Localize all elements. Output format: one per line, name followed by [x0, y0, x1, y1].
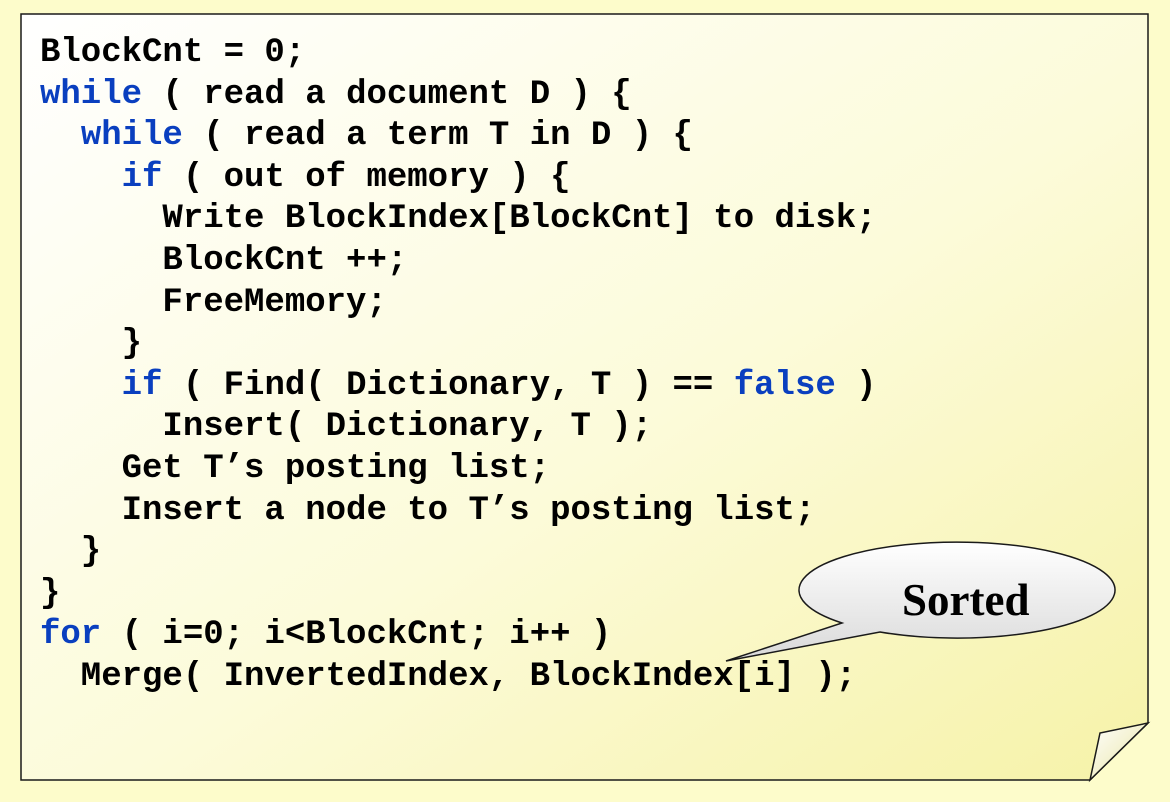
code-text: ( Find( Dictionary, T ) == [162, 366, 734, 405]
code-keyword: while [40, 75, 143, 114]
code-line: while ( read a document D ) { [40, 75, 877, 117]
code-line: for ( i=0; i<BlockCnt; i++ ) [40, 615, 877, 657]
code-line: Insert a node to T’s posting list; [40, 491, 877, 533]
code-line: } [40, 532, 877, 574]
code-text: ( read a document D ) { [142, 75, 632, 114]
code-line: Get T’s posting list; [40, 449, 877, 491]
code-line: Merge( InvertedIndex, BlockIndex[i] ); [40, 657, 877, 699]
code-text: Insert a node to T’s posting list; [40, 491, 816, 530]
code-text: ( read a term T in D ) { [182, 117, 693, 156]
code-text: ) [835, 366, 877, 405]
code-text: Write BlockIndex[BlockCnt] to disk; [40, 200, 877, 239]
code-line: FreeMemory; [40, 283, 877, 325]
code-text: Insert( Dictionary, T ); [40, 408, 653, 447]
code-line: } [40, 324, 877, 366]
code-line: Insert( Dictionary, T ); [40, 407, 877, 449]
code-text: FreeMemory; [40, 283, 387, 322]
code-line: BlockCnt = 0; [40, 33, 877, 75]
code-text: ( out of memory ) { [162, 158, 571, 197]
code-text: Merge( InvertedIndex, BlockIndex[i] ); [40, 657, 857, 696]
code-line: Write BlockIndex[BlockCnt] to disk; [40, 199, 877, 241]
code-line: if ( out of memory ) { [40, 158, 877, 200]
code-keyword: while [80, 117, 183, 156]
code-text: } [40, 325, 143, 364]
code-line: if ( Find( Dictionary, T ) == false ) [40, 366, 877, 408]
code-keyword: if [121, 366, 163, 405]
code-keyword: false [733, 366, 836, 405]
callout-label: Sorted [902, 575, 1030, 625]
code-line: } [40, 574, 877, 616]
code-text: Get T’s posting list; [40, 449, 551, 488]
code-text: BlockCnt = 0; [40, 34, 306, 72]
code-text: } [40, 574, 61, 613]
code-block: BlockCnt = 0; while ( read a document D )… [40, 33, 877, 699]
code-text: } [40, 533, 102, 572]
code-text: ( i=0; i<BlockCnt; i++ ) [101, 616, 612, 655]
code-line: while ( read a term T in D ) { [40, 116, 877, 158]
code-keyword: for [40, 616, 102, 655]
code-line: BlockCnt ++; [40, 241, 877, 283]
code-keyword: if [121, 158, 163, 197]
code-text: BlockCnt ++; [40, 241, 408, 280]
